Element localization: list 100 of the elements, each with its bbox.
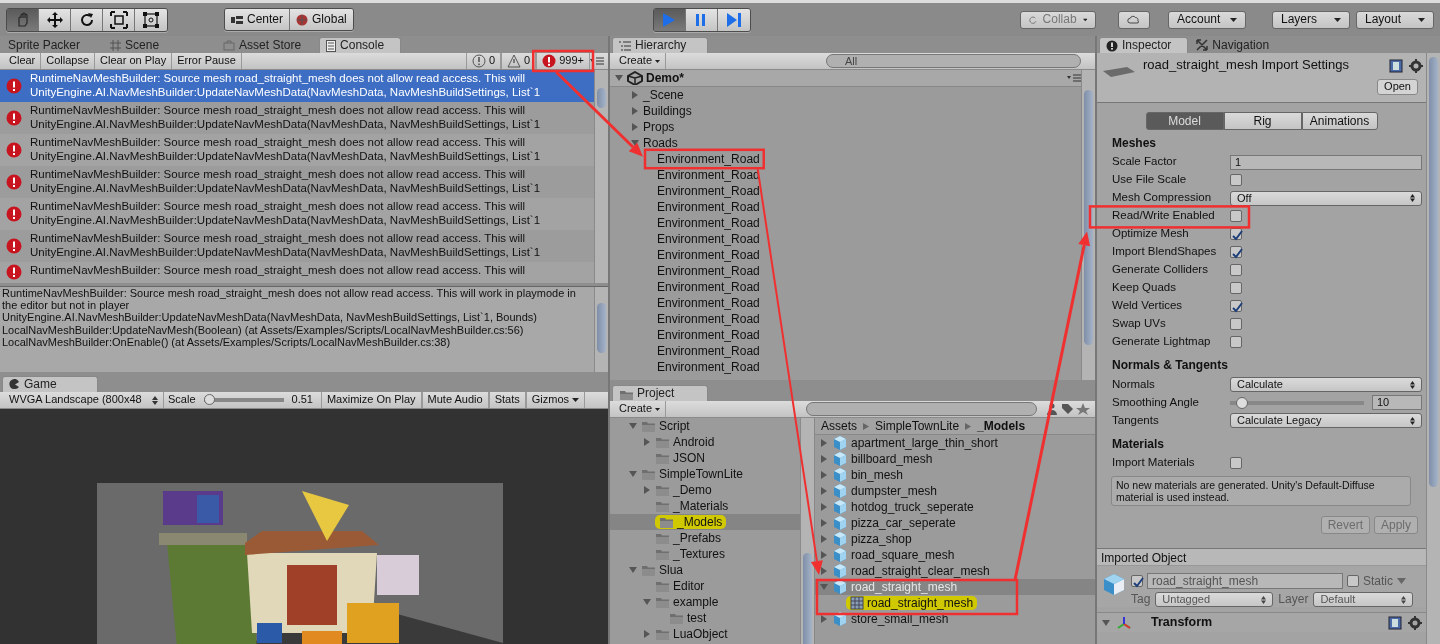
asset-item[interactable]: pizza_car_seperate <box>851 515 956 531</box>
panel-tab[interactable]: Scene <box>104 37 176 53</box>
asset-item[interactable]: store_small_mesh <box>851 611 949 627</box>
slider-thumb[interactable] <box>203 394 215 405</box>
mode-tab[interactable]: Animations <box>1301 112 1378 130</box>
checkbox[interactable] <box>1230 318 1242 331</box>
layers-dropdown[interactable]: Layers <box>1272 10 1350 29</box>
tree-item[interactable]: Environment_Road <box>657 183 760 199</box>
expand-arrow[interactable] <box>628 565 638 575</box>
breadcrumb-item[interactable]: SimpleTownLite <box>875 418 960 434</box>
panel-tab[interactable]: Asset Store <box>217 37 318 53</box>
folder-item[interactable]: test <box>687 610 707 626</box>
star-icon[interactable] <box>1075 403 1091 415</box>
expand-arrow[interactable] <box>642 437 652 447</box>
tree-item[interactable]: _Scene <box>643 87 684 103</box>
tree-item[interactable]: Environment_Road <box>657 279 760 295</box>
panel-tab[interactable]: Game <box>2 376 98 392</box>
checkbox[interactable] <box>1230 264 1242 277</box>
toolbar-button[interactable]: Stats <box>488 392 526 408</box>
folder-item[interactable]: _Textures <box>673 546 726 562</box>
scale-tool[interactable] <box>103 8 135 31</box>
error-filter[interactable]: 999+ <box>536 53 590 69</box>
settings-icon[interactable] <box>1409 59 1423 73</box>
expand-arrow[interactable] <box>819 614 829 624</box>
expand-arrow[interactable] <box>819 534 829 544</box>
name-field[interactable]: road_straight_mesh <box>1147 573 1343 590</box>
tree-item[interactable]: Environment_Road <box>657 327 760 343</box>
toolbar-button[interactable]: Gizmos <box>525 392 585 408</box>
expand-arrow[interactable] <box>819 454 829 464</box>
scrollbar[interactable] <box>800 418 814 644</box>
layer-dropdown[interactable]: Default <box>1313 592 1414 608</box>
asset-item[interactable]: hotdog_truck_seperate <box>851 499 974 515</box>
log-entry[interactable]: RuntimeNavMeshBuilder: Source mesh road_straight_mesh does not allow read access. This will UnityEngine.AI.NavMeshBuilder:UpdateNavMeshData(NavMeshData, NavMeshBuildSettings, List`1 <box>0 198 594 230</box>
tree-item[interactable]: Environment_Road <box>657 215 760 231</box>
active-checkbox[interactable] <box>1131 575 1143 588</box>
expand-arrow[interactable] <box>819 550 829 560</box>
scrollbar[interactable] <box>1081 70 1095 380</box>
center-toggle[interactable]: Center <box>225 9 291 30</box>
folder-item[interactable]: _Prefabs <box>673 530 722 546</box>
expand-arrow[interactable] <box>628 421 638 431</box>
expand-arrow[interactable] <box>819 486 829 496</box>
open-button[interactable]: Open <box>1377 79 1418 95</box>
create-dropdown[interactable]: Create <box>614 53 667 69</box>
input-field[interactable]: 1 <box>1230 154 1422 170</box>
caret-icon[interactable] <box>1397 578 1406 585</box>
resolution-dropdown[interactable]: WVGA Landscape (800x48 <box>4 392 164 408</box>
folder-item[interactable]: _Materials <box>673 498 729 514</box>
warning-filter[interactable]: 0 <box>501 53 537 69</box>
panel-tab[interactable]: Navigation <box>1190 37 1286 53</box>
asset-item[interactable]: apartment_large_thin_short <box>851 435 998 451</box>
tree-item[interactable]: Roads <box>643 135 678 151</box>
log-entry[interactable]: RuntimeNavMeshBuilder: Source mesh road_straight_mesh does not allow read access. This will UnityEngine.AI.NavMeshBuilder:UpdateNavMeshData(NavMeshData, NavMeshBuildSettings, List`1 <box>0 166 594 198</box>
mode-tab[interactable]: Rig <box>1223 112 1302 130</box>
expand-arrow[interactable] <box>642 597 652 607</box>
folder-item[interactable]: Android <box>673 434 715 450</box>
tree-item[interactable]: Environment_Road <box>657 151 760 167</box>
layout-dropdown[interactable]: Layout <box>1356 10 1434 29</box>
tree-item[interactable]: Environment_Road <box>657 295 760 311</box>
expand-arrow[interactable] <box>642 485 652 495</box>
expand-arrow[interactable] <box>628 469 638 479</box>
breadcrumb-item[interactable]: Assets <box>821 418 857 434</box>
search-field[interactable] <box>806 402 1037 416</box>
expand-arrow[interactable] <box>630 90 640 100</box>
folder-item[interactable]: example <box>673 594 719 610</box>
tree-item[interactable]: Environment_Road <box>657 343 760 359</box>
dropdown[interactable]: Off <box>1230 190 1422 206</box>
asset-item[interactable]: road_straight_clear_mesh <box>851 563 990 579</box>
expand-arrow[interactable] <box>614 73 624 83</box>
asset-item[interactable]: road_square_mesh <box>851 547 955 563</box>
panel-menu-icon[interactable] <box>1067 74 1081 82</box>
tree-item[interactable]: Environment_Road <box>657 359 760 375</box>
folder-item[interactable]: SimpleTownLite <box>659 466 744 482</box>
info-filter[interactable]: 0 <box>465 53 502 69</box>
checkbox[interactable] <box>1230 336 1242 349</box>
asset-item[interactable]: pizza_shop <box>851 531 912 547</box>
checkbox[interactable] <box>1230 457 1242 470</box>
checkbox[interactable] <box>1230 300 1242 313</box>
toolbar-button[interactable]: Clear <box>4 53 42 69</box>
help-icon[interactable] <box>1388 615 1402 630</box>
rotate-tool[interactable] <box>71 8 103 31</box>
expand-arrow[interactable] <box>819 582 829 592</box>
breadcrumb-item[interactable]: _Models <box>977 418 1026 434</box>
global-toggle[interactable]: Global <box>290 9 353 30</box>
panel-tab[interactable]: Inspector <box>1099 37 1189 53</box>
expand-arrow[interactable] <box>819 566 829 576</box>
toolbar-button[interactable]: Mute Audio <box>421 392 489 408</box>
asset-item[interactable]: dumpster_mesh <box>851 483 938 499</box>
cloud-button[interactable] <box>1118 10 1150 29</box>
dropdown[interactable]: Calculate <box>1230 377 1422 393</box>
search-field[interactable]: All <box>826 54 1081 68</box>
folder-item[interactable]: LuaObject <box>673 626 728 642</box>
account-dropdown[interactable]: Account <box>1168 10 1246 29</box>
rect-tool[interactable] <box>135 8 167 31</box>
expand-arrow[interactable] <box>819 502 829 512</box>
asset-item[interactable]: bin_mesh <box>851 467 904 483</box>
tree-item[interactable]: Environment_Road <box>657 231 760 247</box>
toolbar-button[interactable]: Maximize On Play <box>320 392 422 408</box>
folder-item[interactable]: Slua <box>659 562 684 578</box>
log-entry[interactable]: RuntimeNavMeshBuilder: Source mesh road_straight_mesh does not allow read access. This will <box>0 262 594 283</box>
static-checkbox[interactable] <box>1347 575 1359 588</box>
